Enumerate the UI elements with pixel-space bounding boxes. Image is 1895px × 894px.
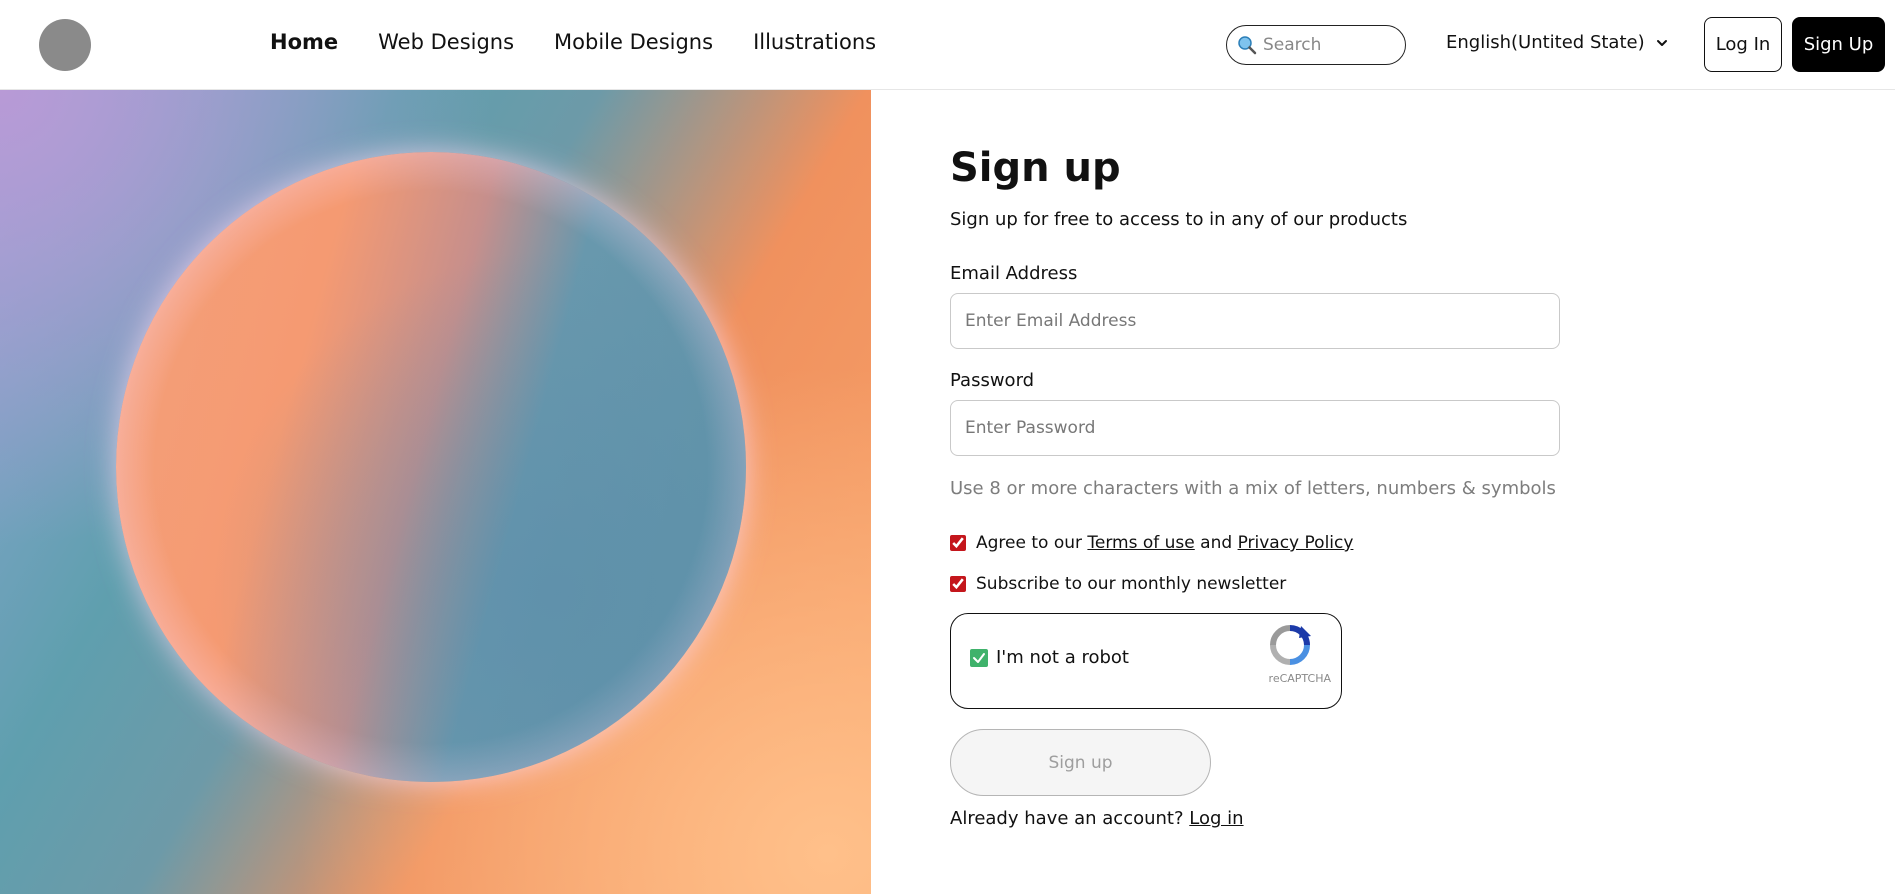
nav-mobile-designs[interactable]: Mobile Designs [554, 30, 713, 54]
password-hint: Use 8 or more characters with a mix of l… [950, 478, 1556, 499]
agree-and: and [1200, 533, 1233, 553]
privacy-policy-link[interactable]: Privacy Policy [1238, 533, 1354, 553]
signup-button[interactable]: Sign Up [1792, 17, 1885, 72]
login-link[interactable]: Log in [1189, 808, 1243, 829]
terms-of-use-link[interactable]: Terms of use [1087, 533, 1194, 553]
newsletter-label: Subscribe to our monthly newsletter [976, 574, 1287, 594]
captcha-checkbox[interactable] [970, 649, 988, 667]
nav-illustrations[interactable]: Illustrations [753, 30, 876, 54]
language-selector[interactable]: English(Untited State) [1446, 32, 1669, 53]
signup-form: Sign up Sign up for free to access to in… [950, 145, 1570, 829]
search-box [1226, 25, 1406, 65]
email-label: Email Address [950, 263, 1078, 284]
recaptcha-widget: I'm not a robot reCAPTCHA [950, 613, 1342, 709]
main-nav: Home Web Designs Mobile Designs Illustra… [270, 30, 876, 54]
signup-submit-button[interactable]: Sign up [950, 729, 1211, 796]
chevron-down-icon [1656, 39, 1667, 46]
agree-text: Agree to our Terms of use and Privacy Po… [976, 533, 1353, 553]
agree-prefix: Agree to our [976, 533, 1082, 553]
captcha-brand: reCAPTCHA [1268, 672, 1331, 685]
logo[interactable] [39, 19, 91, 71]
page-title: Sign up [950, 145, 1121, 191]
newsletter-row: Subscribe to our monthly newsletter [950, 574, 1286, 594]
already-have-account: Already have an account? Log in [950, 808, 1244, 829]
gradient-orb [116, 152, 746, 782]
search-icon [1238, 36, 1257, 55]
search-input[interactable] [1263, 35, 1393, 55]
check-icon [973, 653, 985, 663]
recaptcha-icon [1270, 625, 1311, 665]
email-field[interactable] [950, 293, 1560, 349]
top-navigation-bar: Home Web Designs Mobile Designs Illustra… [0, 0, 1895, 90]
login-button[interactable]: Log In [1704, 17, 1782, 72]
nav-web-designs[interactable]: Web Designs [378, 30, 514, 54]
newsletter-checkbox[interactable] [950, 576, 966, 592]
nav-home[interactable]: Home [270, 30, 338, 54]
page-subtitle: Sign up for free to access to in any of … [950, 209, 1408, 230]
agree-terms-checkbox[interactable] [950, 535, 966, 551]
password-label: Password [950, 370, 1035, 391]
hero-gradient-image [0, 90, 871, 894]
captcha-label: I'm not a robot [996, 647, 1129, 668]
password-field[interactable] [950, 400, 1560, 456]
language-label: English(Untited State) [1446, 32, 1645, 53]
already-text: Already have an account? [950, 808, 1184, 829]
agree-terms-row: Agree to our Terms of use and Privacy Po… [950, 533, 1353, 553]
